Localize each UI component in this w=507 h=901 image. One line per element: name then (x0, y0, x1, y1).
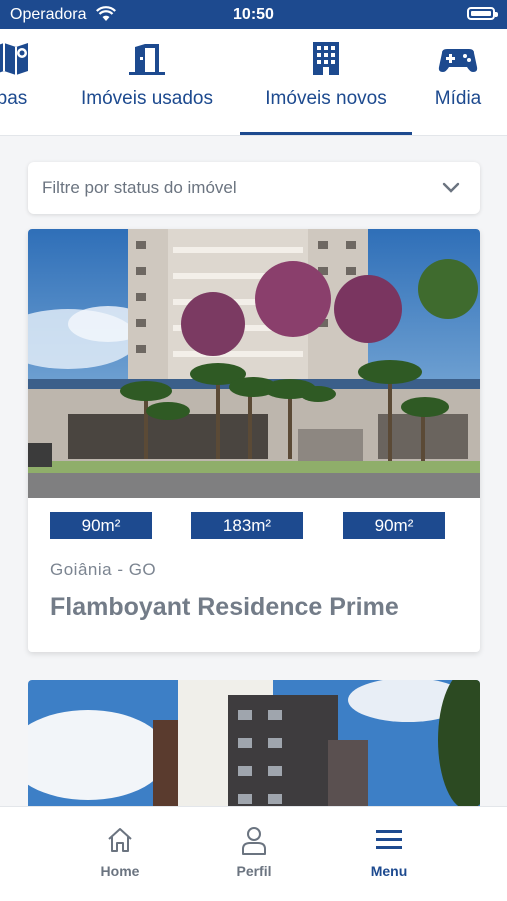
nav-label: Home (100, 863, 140, 879)
door-icon (129, 44, 165, 75)
tab-mapas[interactable]: pas (0, 29, 52, 135)
area-badge: 90m² (50, 512, 152, 539)
map-icon (0, 43, 28, 75)
clock: 10:50 (233, 6, 274, 23)
gamepad-icon (438, 49, 478, 72)
home-icon (108, 828, 132, 852)
area-badge: 183m² (191, 512, 303, 539)
tab-label: pas (0, 88, 28, 109)
tab-label: Imóveis novos (265, 88, 387, 109)
category-tabs: pas Imóveis usados Imóveis novos (0, 29, 507, 136)
status-bar: Operadora 10:50 (0, 0, 507, 29)
tab-label: Imóveis usados (80, 88, 213, 109)
property-name: Flamboyant Residence Prime (50, 593, 399, 621)
property-photo (28, 680, 480, 820)
filter-placeholder: Filtre por status do imóvel (42, 178, 237, 197)
nav-perfil[interactable]: Perfil (214, 825, 294, 879)
status-filter-select[interactable]: Filtre por status do imóvel (28, 162, 480, 214)
area-badge: 90m² (343, 512, 445, 539)
nav-label: Perfil (236, 863, 272, 879)
property-card[interactable]: 90m² 183m² 90m² Goiânia - GO Flamboyant … (28, 229, 480, 652)
nav-home[interactable]: Home (80, 825, 160, 879)
tab-imoveis-usados[interactable]: Imóveis usados (72, 29, 222, 135)
active-tab-indicator (240, 132, 412, 135)
nav-menu[interactable]: Menu (349, 825, 429, 879)
tab-midia[interactable]: Mídia (425, 29, 491, 135)
tab-label: Mídia (434, 88, 482, 109)
property-photo (28, 229, 480, 498)
bottom-navigation: Home Perfil Menu (0, 806, 507, 901)
property-card[interactable] (28, 680, 480, 820)
user-icon (242, 827, 266, 855)
battery-icon (467, 7, 498, 20)
menu-icon (376, 830, 402, 849)
building-icon (313, 42, 339, 75)
tab-imoveis-novos[interactable]: Imóveis novos (240, 29, 412, 135)
nav-label: Menu (370, 863, 408, 879)
property-city: Goiânia - GO (50, 560, 157, 579)
chevron-down-icon (442, 182, 460, 193)
